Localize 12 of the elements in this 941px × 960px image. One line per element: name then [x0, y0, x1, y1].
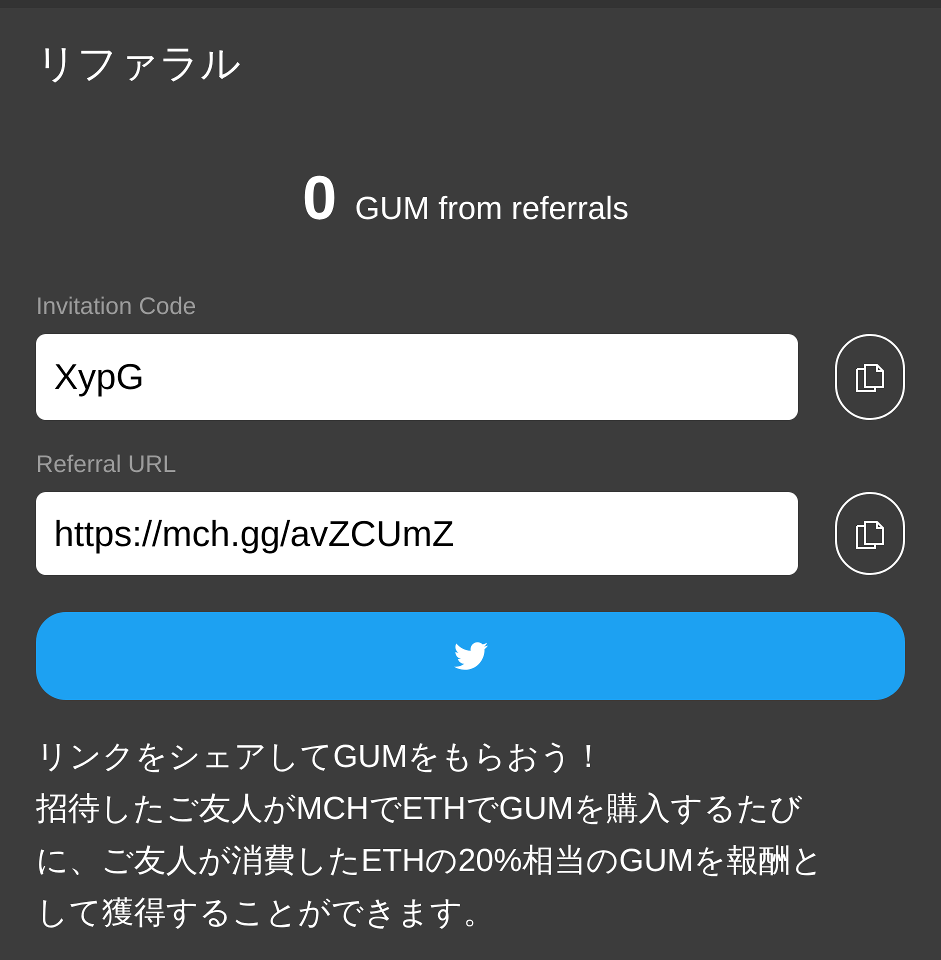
input-field[interactable]: https://mch.gg/avZCUmZ [36, 492, 798, 575]
field-label: Referral URL [36, 450, 176, 480]
copy-icon [855, 361, 885, 393]
field-label: Invitation Code [36, 292, 196, 322]
description-text: リンクをシェアしてGUMをもらおう！ [36, 737, 606, 776]
copy-button[interactable] [835, 492, 905, 575]
description-text: 招待したご友人がMCHでETHでGUMを購入するたびに、ご友人が消費したETHの20%相当のGUMを報酬として獲得することができます。 [36, 789, 825, 932]
earnings-label: GUM from referrals [354, 192, 629, 224]
input-field[interactable]: XypG [36, 334, 798, 420]
page-title: リファラル [36, 41, 241, 88]
earnings-amount: 0 [302, 168, 337, 230]
copy-button[interactable] [835, 334, 905, 420]
